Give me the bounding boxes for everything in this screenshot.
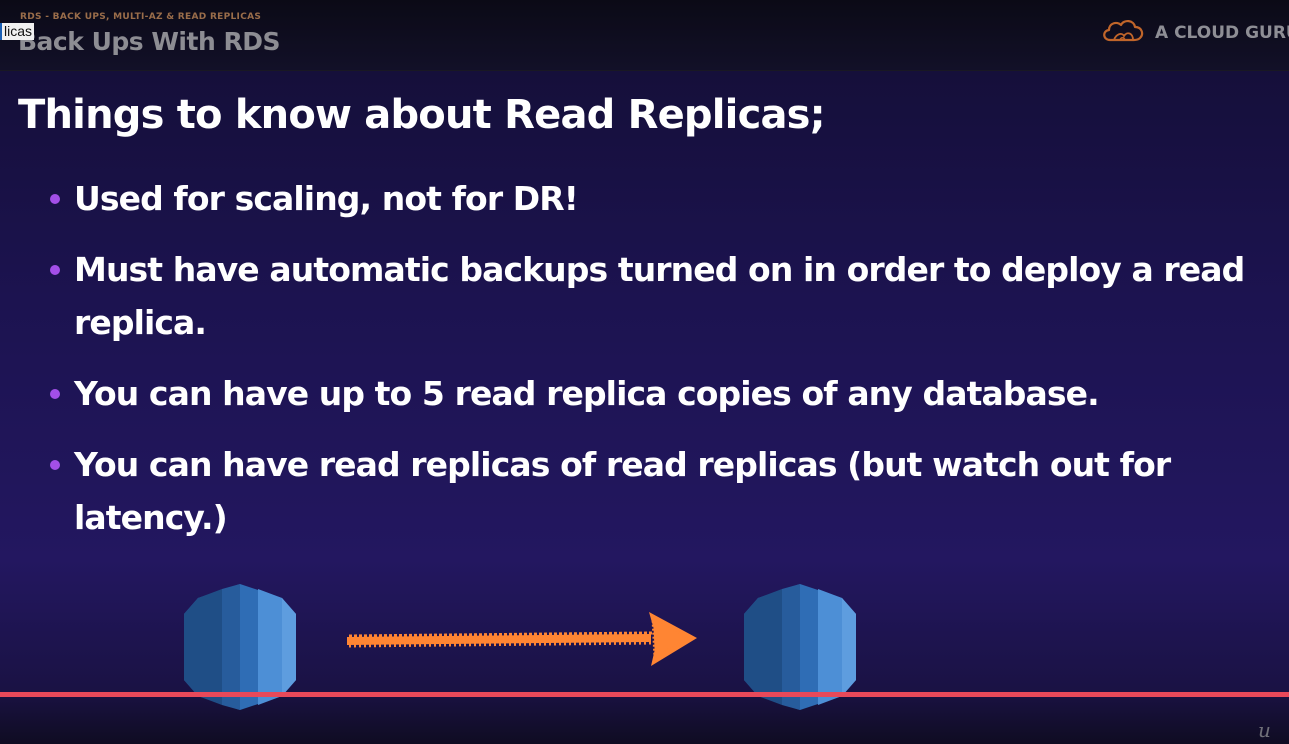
bullet-text: Must have automatic backups turned on in… [74, 250, 1245, 342]
bullet-item: You can have up to 5 read replica copies… [50, 367, 1270, 420]
bullet-item: You can have read replicas of read repli… [50, 438, 1270, 544]
slide-heading: Things to know about Read Replicas; [18, 92, 826, 138]
bullet-dot-icon [50, 265, 60, 275]
brand-name: A CLOUD GURU [1155, 23, 1289, 43]
bullet-text: You can have up to 5 read replica copies… [74, 374, 1100, 413]
right-arrow-icon [347, 612, 697, 666]
brand-logo: A CLOUD GURU [1100, 18, 1289, 48]
bullet-dot-icon [50, 460, 60, 470]
bullet-text: Used for scaling, not for DR! [74, 179, 579, 218]
bullet-item: Used for scaling, not for DR! [50, 172, 1270, 225]
slide-title: Back Ups With RDS [18, 27, 280, 56]
bullet-dot-icon [50, 194, 60, 204]
udemy-watermark: u [1258, 718, 1271, 742]
bullet-item: Must have automatic backups turned on in… [50, 243, 1270, 349]
bullet-dot-icon [50, 389, 60, 399]
section-label: RDS - BACK UPS, MULTI-AZ & READ REPLICAS [20, 12, 262, 22]
cloud-logo-icon [1100, 16, 1146, 51]
video-progress-bar[interactable] [0, 692, 1289, 697]
hover-tooltip: licas [0, 23, 35, 40]
bullet-text: You can have read replicas of read repli… [74, 445, 1171, 537]
slide-header-bar: RDS - BACK UPS, MULTI-AZ & READ REPLICAS… [0, 0, 1289, 71]
bullet-list: Used for scaling, not for DR! Must have … [50, 172, 1270, 562]
